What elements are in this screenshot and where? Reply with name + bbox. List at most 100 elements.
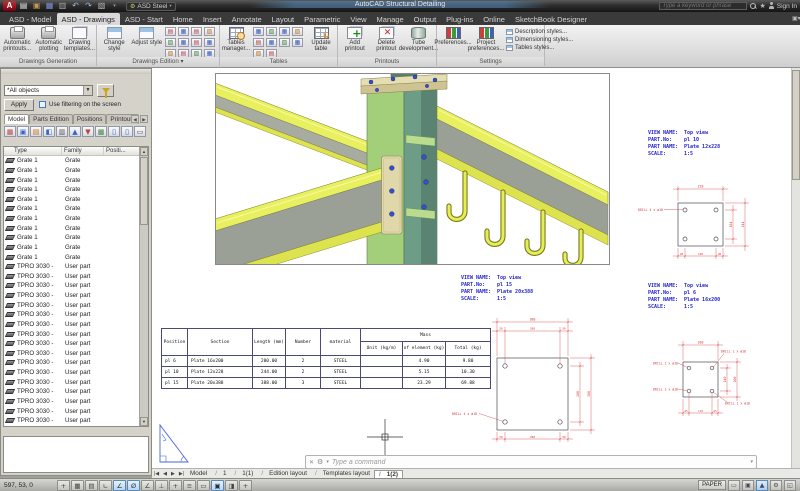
object-row[interactable]: TPRO 3030 - User part: [4, 281, 139, 291]
palette-tool-icon[interactable]: ▯: [121, 126, 133, 137]
table-tool-icon[interactable]: [292, 38, 303, 47]
palette-tool-icon[interactable]: ▦: [4, 126, 16, 137]
object-row[interactable]: Grate 1 Grate: [4, 185, 139, 195]
object-row[interactable]: TPRO 3030 - User part: [4, 406, 139, 416]
adjust-style-button[interactable]: Adjust style: [131, 26, 164, 46]
table-tool-icon[interactable]: [292, 27, 303, 36]
next-layout-icon[interactable]: ▶: [169, 471, 177, 477]
new-file-icon[interactable]: ▤: [18, 1, 29, 11]
command-prompt[interactable]: Type a command: [332, 459, 386, 466]
edition-tool-icon[interactable]: [178, 27, 189, 36]
status-toggle[interactable]: ≡: [183, 480, 196, 491]
palette-tool-icon[interactable]: ▯: [108, 126, 120, 137]
layout-tab[interactable]: Edition layout: [257, 470, 311, 477]
edition-tool-icon[interactable]: [165, 27, 176, 36]
edition-tool-icon[interactable]: [165, 38, 176, 47]
search-input[interactable]: [659, 2, 747, 10]
scrollbar-thumb[interactable]: [792, 70, 800, 180]
status-toggle[interactable]: ∠: [141, 480, 154, 491]
palette-tool-icon[interactable]: ▼: [82, 126, 94, 137]
object-row[interactable]: TPRO 3030 - User part: [4, 397, 139, 407]
ribbon-tab[interactable]: SketchBook Designer: [510, 13, 592, 25]
open-file-icon[interactable]: ▣: [31, 1, 42, 11]
edition-tool-icon[interactable]: [191, 38, 202, 47]
layout-tab[interactable]: 1: [211, 470, 230, 477]
undo-icon[interactable]: ↶: [70, 1, 81, 11]
ribbon-tab[interactable]: Layout: [267, 13, 300, 25]
object-row[interactable]: TPRO 3030 - User part: [4, 272, 139, 282]
status-toggle[interactable]: +: [57, 480, 70, 491]
ribbon-tab[interactable]: ASD - Start: [120, 13, 168, 25]
object-row[interactable]: TPRO 3030 - User part: [4, 377, 139, 387]
palette-grip[interactable]: [1, 69, 151, 74]
ribbon-tab[interactable]: Home: [168, 13, 198, 25]
object-row[interactable]: TPRO 3030 - User part: [4, 358, 139, 368]
edition-tool-icon[interactable]: [178, 38, 189, 47]
add-printout-button[interactable]: Add printout: [339, 26, 371, 53]
status-toggle[interactable]: +: [239, 480, 252, 491]
object-row[interactable]: Grate 1 Grate: [4, 233, 139, 243]
table-tool-icon[interactable]: [279, 38, 290, 47]
scrollbar-thumb[interactable]: [140, 157, 148, 225]
plot-icon[interactable]: ▥: [57, 1, 68, 11]
list-header[interactable]: Type Family Positi...: [4, 147, 148, 156]
sheet-set-icon[interactable]: ▧: [96, 1, 107, 11]
palette-tool-icon[interactable]: ◧: [43, 126, 55, 137]
change-style-button[interactable]: Change style: [98, 26, 131, 53]
layout-tab[interactable]: Model: [186, 470, 211, 477]
qat-dropdown-icon[interactable]: ▾: [109, 1, 120, 11]
object-row[interactable]: TPRO 3030 - User part: [4, 349, 139, 359]
object-row[interactable]: Grate 1 Grate: [4, 243, 139, 253]
object-row[interactable]: TPRO 3030 - User part: [4, 291, 139, 301]
palette-tool-icon[interactable]: ▩: [95, 126, 107, 137]
filter-settings-button[interactable]: [97, 84, 114, 97]
annotation-scale-icon[interactable]: ▲: [756, 480, 768, 491]
table-tool-icon[interactable]: [266, 38, 277, 47]
object-row[interactable]: TPRO 3030 - User part: [4, 368, 139, 378]
command-line[interactable]: ✕ ⚙ ▾ Type a command ▾: [305, 455, 757, 469]
group-label[interactable]: Drawings Generation: [0, 57, 96, 66]
canvas-scrollbar[interactable]: [791, 68, 800, 468]
ribbon-options-icon[interactable]: ▣▾: [792, 15, 800, 24]
ribbon-tab[interactable]: Output: [409, 13, 442, 25]
object-row[interactable]: TPRO 3030 - User part: [4, 329, 139, 339]
object-row[interactable]: TPRO 3030 - User part: [4, 387, 139, 397]
edition-tool-icon[interactable]: [191, 27, 202, 36]
palette-tab[interactable]: Positions: [73, 114, 107, 124]
dimensioning-styles-button[interactable]: Dimensioning styles...: [506, 37, 573, 43]
ribbon-tab[interactable]: View: [345, 13, 371, 25]
project-preferences-button[interactable]: Project preferences...: [468, 26, 504, 53]
quick-view-layouts-icon[interactable]: ▭: [728, 480, 740, 491]
detail-drawing-pl6[interactable]: 200 45 110 45 140 200 DRILL 1 x ø18 DRIL…: [653, 341, 750, 417]
description-styles-button[interactable]: Description styles...: [506, 29, 573, 35]
star-icon[interactable]: ★: [759, 2, 765, 10]
edition-tool-icon[interactable]: [204, 38, 215, 47]
status-toggle[interactable]: ▤: [85, 480, 98, 491]
ribbon-tab[interactable]: Insert: [198, 13, 227, 25]
table-tool-icon[interactable]: [253, 38, 264, 47]
sign-in-link[interactable]: Sign In: [777, 3, 797, 10]
ribbon-tab[interactable]: Plug-ins: [441, 13, 478, 25]
drawing-canvas[interactable]: VIEW NAME:Top view PART.No:pl 10 PART NA…: [152, 68, 800, 478]
paper-model-toggle[interactable]: PAPER: [698, 480, 726, 490]
object-row[interactable]: TPRO 3030 - User part: [4, 310, 139, 320]
status-toggle[interactable]: ∟: [99, 480, 112, 491]
table-tool-icon[interactable]: [279, 27, 290, 36]
object-row[interactable]: TPRO 3030 - User part: [4, 262, 139, 272]
clean-screen-icon[interactable]: ◱: [784, 480, 796, 491]
status-toggle[interactable]: ▣: [211, 480, 224, 491]
ribbon-tab[interactable]: Online: [478, 13, 510, 25]
automatic-printouts-button[interactable]: Automatic printouts...: [1, 26, 33, 53]
palette-tool-icon[interactable]: ▤: [30, 126, 42, 137]
last-layout-icon[interactable]: ▶|: [177, 471, 186, 477]
palette-tab[interactable]: Parts Edition: [29, 114, 73, 124]
redo-icon[interactable]: ↷: [83, 1, 94, 11]
workspace-switcher[interactable]: ⚙ ASD Steel ▾: [126, 2, 176, 11]
status-toggle[interactable]: Ø: [127, 480, 140, 491]
scroll-down-icon[interactable]: ▼: [140, 417, 148, 426]
ribbon-tab[interactable]: ASD - Model: [4, 13, 57, 25]
palette-tool-icon[interactable]: ▭: [134, 126, 146, 137]
layout-tab[interactable]: 1(2): [374, 470, 403, 478]
status-toggle[interactable]: ▭: [197, 480, 210, 491]
update-table-button[interactable]: Update table: [306, 26, 336, 53]
